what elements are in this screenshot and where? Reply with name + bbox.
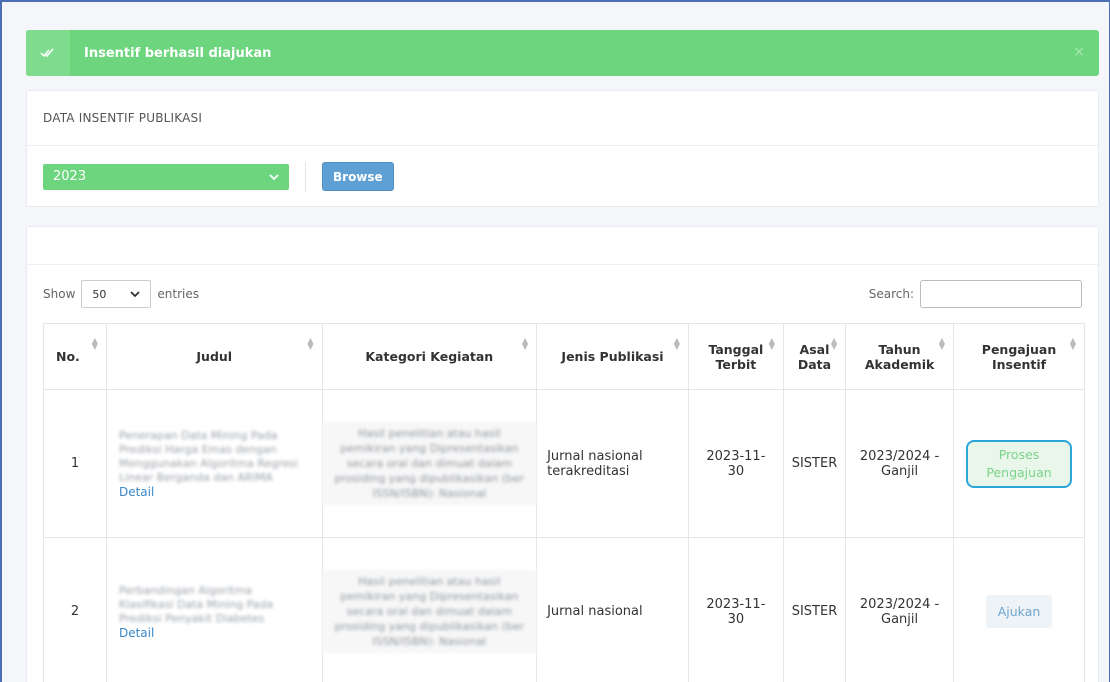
success-alert: Insentif berhasil diajukan ×: [26, 30, 1099, 76]
cell-jenis: Jurnal nasional terakreditasi: [536, 389, 689, 538]
show-label: Show: [43, 287, 76, 301]
sort-icon: ▲ ▼: [1069, 336, 1076, 351]
double-check-icon: [26, 30, 70, 76]
publication-table: No. ▲ ▼ Judul ▲ ▼ Kategori Kegiatan ▲ ▼ Jenis …: [43, 323, 1085, 682]
column-header-judul[interactable]: Judul ▲ ▼: [105, 323, 323, 390]
table-row: 2 Perbandingan Algoritma Klasifikasi Dat…: [43, 537, 1085, 682]
column-header-pengajuan[interactable]: Pengajuan Insentif ▲ ▼: [953, 323, 1085, 390]
cell-tanggal: 2023-11- 30: [687, 537, 784, 682]
kategori-blurred-text: Hasil penelitian atau hasil pemikiran ya…: [321, 422, 538, 505]
column-header-asal[interactable]: Asal Data ▲ ▼: [782, 323, 847, 390]
detail-link[interactable]: Detail: [119, 485, 310, 499]
panel-title: DATA INSENTIF PUBLIKASI: [27, 91, 1098, 146]
year-select-value: 2023: [53, 169, 87, 184]
table-row: 1 Penerapan Data Mining Pada Prediksi Ha…: [43, 389, 1085, 538]
browse-button[interactable]: Browse: [322, 162, 394, 191]
search-input[interactable]: [920, 280, 1082, 308]
entries-label: entries: [157, 287, 199, 301]
column-header-jenis[interactable]: Jenis Publikasi ▲ ▼: [536, 323, 689, 390]
judul-blurred-text: Perbandingan Algoritma Klasifikasi Data …: [118, 583, 274, 625]
search-label: Search:: [868, 287, 914, 301]
detail-link[interactable]: Detail: [119, 626, 310, 640]
cell-tanggal: 2023-11- 30: [687, 389, 784, 538]
entries-length-value: 50: [92, 287, 107, 301]
ajukan-button[interactable]: Ajukan: [985, 595, 1053, 628]
chevron-down-icon: [269, 173, 279, 180]
cell-jenis: Jurnal nasional: [536, 537, 689, 682]
sort-icon: ▲ ▼: [307, 336, 314, 351]
cell-asal: SISTER: [782, 537, 847, 682]
cell-tahun: 2023/2024 - Ganjil: [845, 389, 955, 538]
judul-blurred-text: Penerapan Data Mining Pada Prediksi Harg…: [118, 428, 299, 484]
entries-length-select[interactable]: 50: [81, 280, 152, 308]
cell-no: 2: [43, 537, 107, 682]
column-header-tahun[interactable]: Tahun Akademik ▲ ▼: [845, 323, 955, 390]
filter-panel: DATA INSENTIF PUBLIKASI 2023 Browse: [26, 90, 1099, 207]
column-header-kategori[interactable]: Kategori Kegiatan ▲ ▼: [321, 323, 538, 390]
cell-tahun: 2023/2024 - Ganjil: [845, 537, 955, 682]
year-select[interactable]: 2023: [43, 163, 289, 190]
close-icon[interactable]: ×: [1073, 44, 1085, 60]
table-panel: Show 50 entries Search: No. ▲ ▼ Judul ▲ ▼ Ka…: [26, 226, 1099, 682]
panel-header: [27, 227, 1098, 265]
proses-pengajuan-button[interactable]: Proses Pengajuan: [966, 439, 1073, 488]
cell-asal: SISTER: [782, 389, 847, 538]
chevron-down-icon: [130, 291, 141, 298]
sort-icon: ▲ ▼: [768, 336, 775, 351]
sort-icon: ▲ ▼: [521, 336, 529, 351]
kategori-blurred-text: Hasil penelitian atau hasil pemikiran ya…: [321, 570, 538, 653]
alert-message: Insentif berhasil diajukan: [84, 45, 272, 61]
sort-icon: ▲ ▼: [673, 336, 680, 351]
divider: [305, 161, 306, 192]
column-header-no[interactable]: No. ▲ ▼: [43, 323, 107, 390]
cell-no: 1: [43, 389, 107, 538]
sort-icon: ▲ ▼: [91, 336, 98, 351]
column-header-tanggal[interactable]: Tanggal Terbit ▲ ▼: [687, 323, 784, 390]
sort-icon: ▲ ▼: [830, 336, 838, 351]
sort-icon: ▲ ▼: [938, 336, 946, 351]
